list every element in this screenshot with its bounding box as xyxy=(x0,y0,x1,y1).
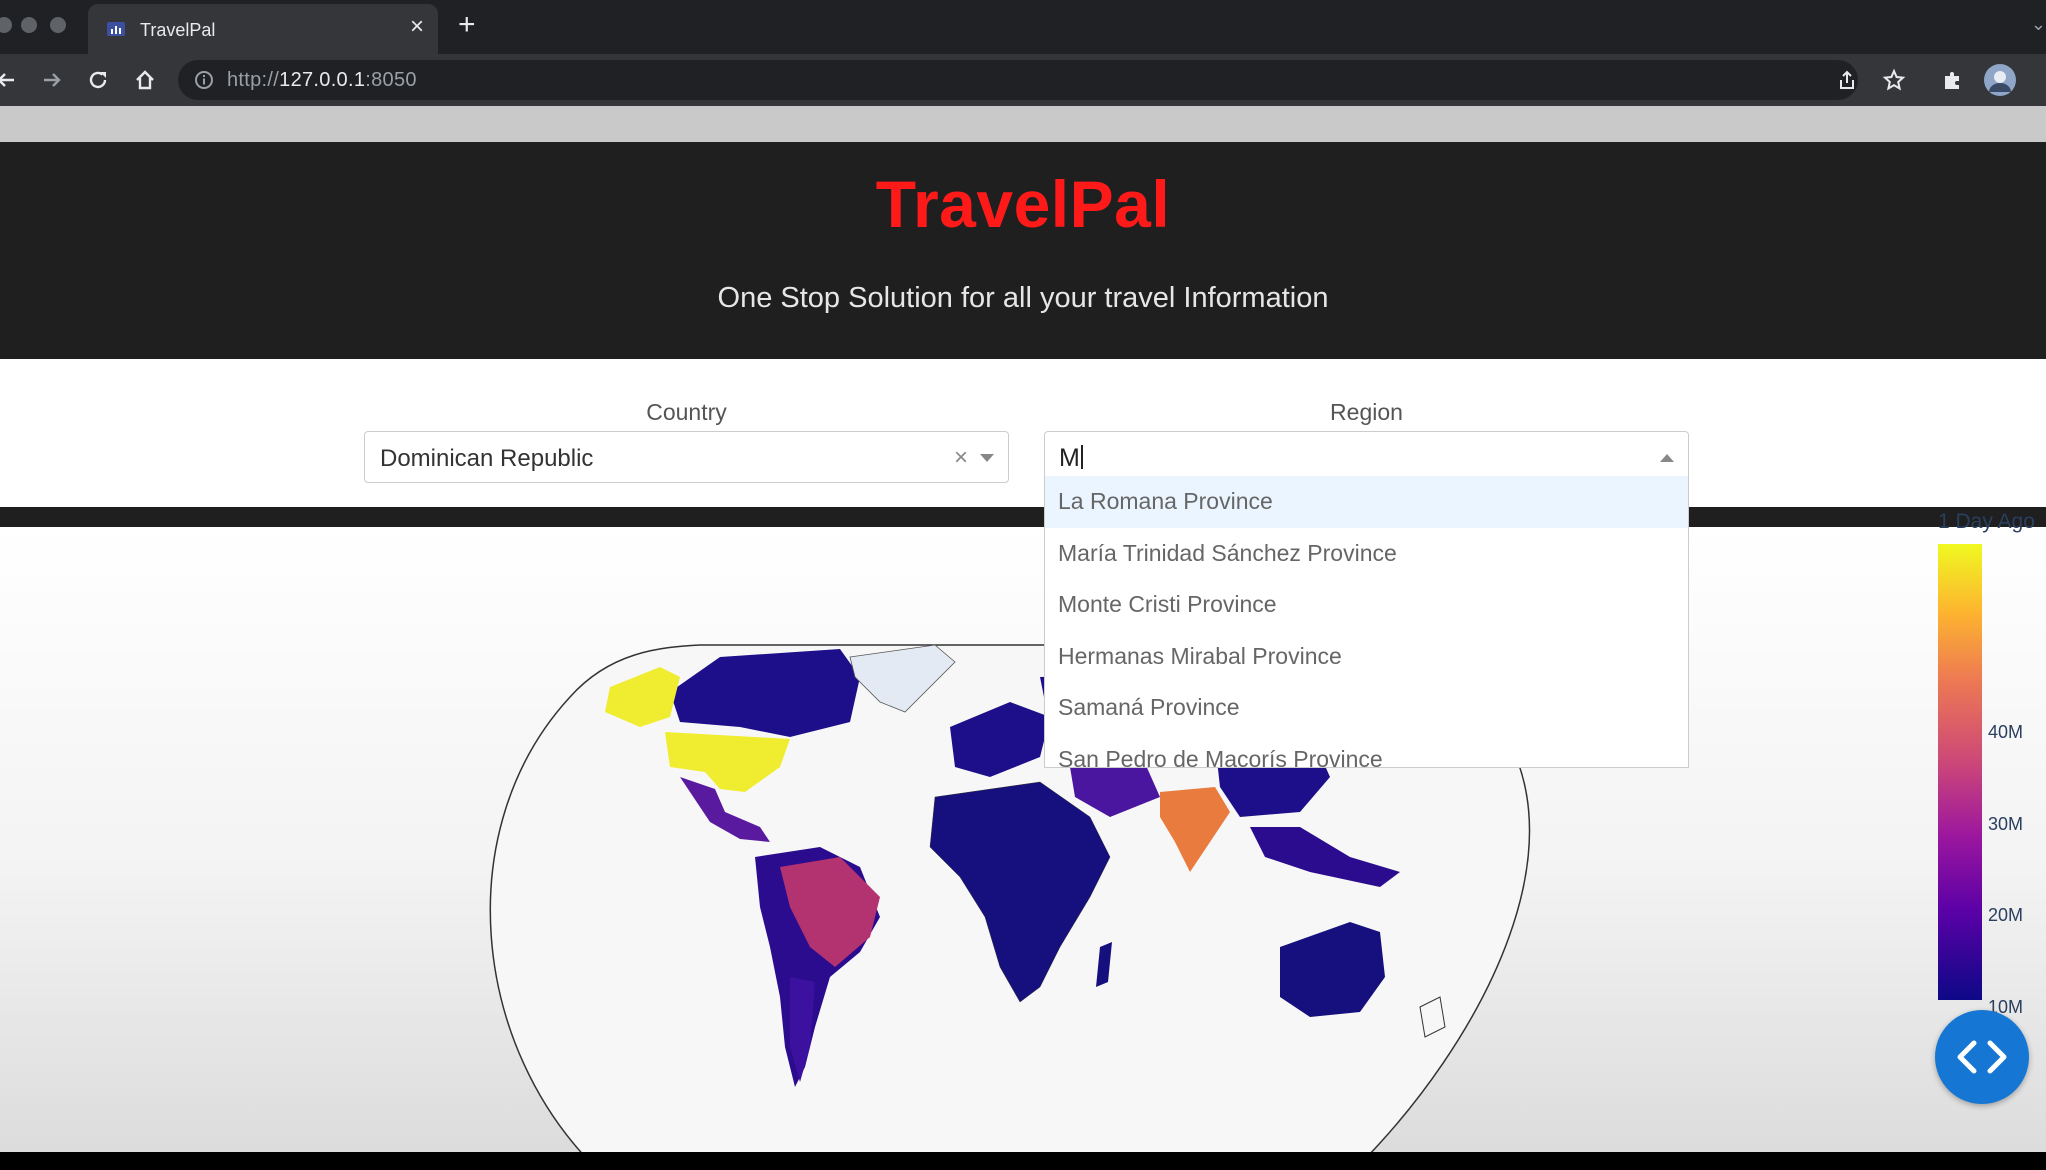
code-icon xyxy=(1957,1040,2007,1074)
star-icon[interactable] xyxy=(1878,64,1910,96)
colorbar-tick: 20M xyxy=(1988,905,2024,925)
colorbar-title: 1 Day Ago xyxy=(1938,510,2035,533)
country-label: Country xyxy=(646,399,727,425)
region-option[interactable]: María Trinidad Sánchez Province xyxy=(1045,528,1688,580)
url-port: :8050 xyxy=(365,69,417,91)
avatar[interactable] xyxy=(1984,64,2016,96)
region-option[interactable]: La Romana Province xyxy=(1045,476,1688,528)
browser-tab-bar: TravelPal × + ⌄ xyxy=(0,0,2046,54)
bottom-bar xyxy=(0,1152,2046,1170)
home-icon[interactable] xyxy=(129,64,161,96)
region-label: Region xyxy=(1330,399,1403,425)
country-select[interactable]: Dominican Republic × xyxy=(364,431,1009,483)
dev-tools-button[interactable] xyxy=(1935,1010,2029,1104)
info-icon[interactable] xyxy=(194,70,214,90)
window-minimize-dot[interactable] xyxy=(21,17,37,33)
window-close-dot[interactable] xyxy=(0,17,12,33)
url-host: 127.0.0.1 xyxy=(279,69,366,91)
browser-tab[interactable]: TravelPal × xyxy=(88,4,438,54)
region-option[interactable]: Monte Cristi Province xyxy=(1045,579,1688,631)
app-subtitle: One Stop Solution for all your travel In… xyxy=(717,282,1329,314)
puzzle-icon[interactable] xyxy=(1937,64,1969,96)
region-input-text: M xyxy=(1059,444,1080,472)
region-search-input[interactable]: M xyxy=(1059,444,1083,473)
page-content: TravelPal One Stop Solution for all your… xyxy=(0,106,2046,1152)
section-divider xyxy=(0,507,2046,527)
colorbar-tick: 40M xyxy=(1988,722,2024,742)
text-cursor xyxy=(1080,445,1083,469)
chart-favicon-icon xyxy=(107,22,125,36)
address-bar[interactable]: http://127.0.0.1:8050 xyxy=(178,60,1858,100)
clear-icon[interactable]: × xyxy=(954,444,968,472)
top-strip xyxy=(0,106,2046,142)
region-options-menu: La Romana Province María Trinidad Sánche… xyxy=(1044,476,1689,768)
tab-close-icon[interactable]: × xyxy=(410,15,424,39)
tab-search-chevron-icon[interactable]: ⌄ xyxy=(2031,14,2046,35)
arrow-right-icon[interactable] xyxy=(36,64,68,96)
region-option[interactable]: San Pedro de Macorís Province xyxy=(1045,734,1688,768)
colorbar-tick: 30M xyxy=(1988,814,2024,834)
map-area xyxy=(0,527,2046,1152)
chevron-down-icon[interactable] xyxy=(980,454,994,462)
chevron-up-icon[interactable] xyxy=(1660,454,1674,462)
browser-toolbar: http://127.0.0.1:8050 xyxy=(0,54,2046,106)
world-choropleth-map[interactable] xyxy=(0,527,2046,1152)
new-tab-button[interactable]: + xyxy=(458,10,476,40)
url-scheme: http:// xyxy=(227,69,280,91)
url-text: http://127.0.0.1:8050 xyxy=(227,69,417,92)
share-icon[interactable] xyxy=(1831,64,1863,96)
filters-section: Country Dominican Republic × Region M xyxy=(0,359,2046,507)
region-option[interactable]: Samaná Province xyxy=(1045,682,1688,734)
arrow-left-icon[interactable] xyxy=(0,64,22,96)
country-value: Dominican Republic xyxy=(380,445,594,472)
tab-title: TravelPal xyxy=(140,20,216,40)
window-zoom-dot[interactable] xyxy=(50,17,66,33)
reload-icon[interactable] xyxy=(82,64,114,96)
app-title: TravelPal xyxy=(875,167,1171,241)
hero-banner: TravelPal One Stop Solution for all your… xyxy=(0,142,2046,359)
colorbar xyxy=(1938,544,1982,1000)
region-option[interactable]: Hermanas Mirabal Province xyxy=(1045,631,1688,683)
